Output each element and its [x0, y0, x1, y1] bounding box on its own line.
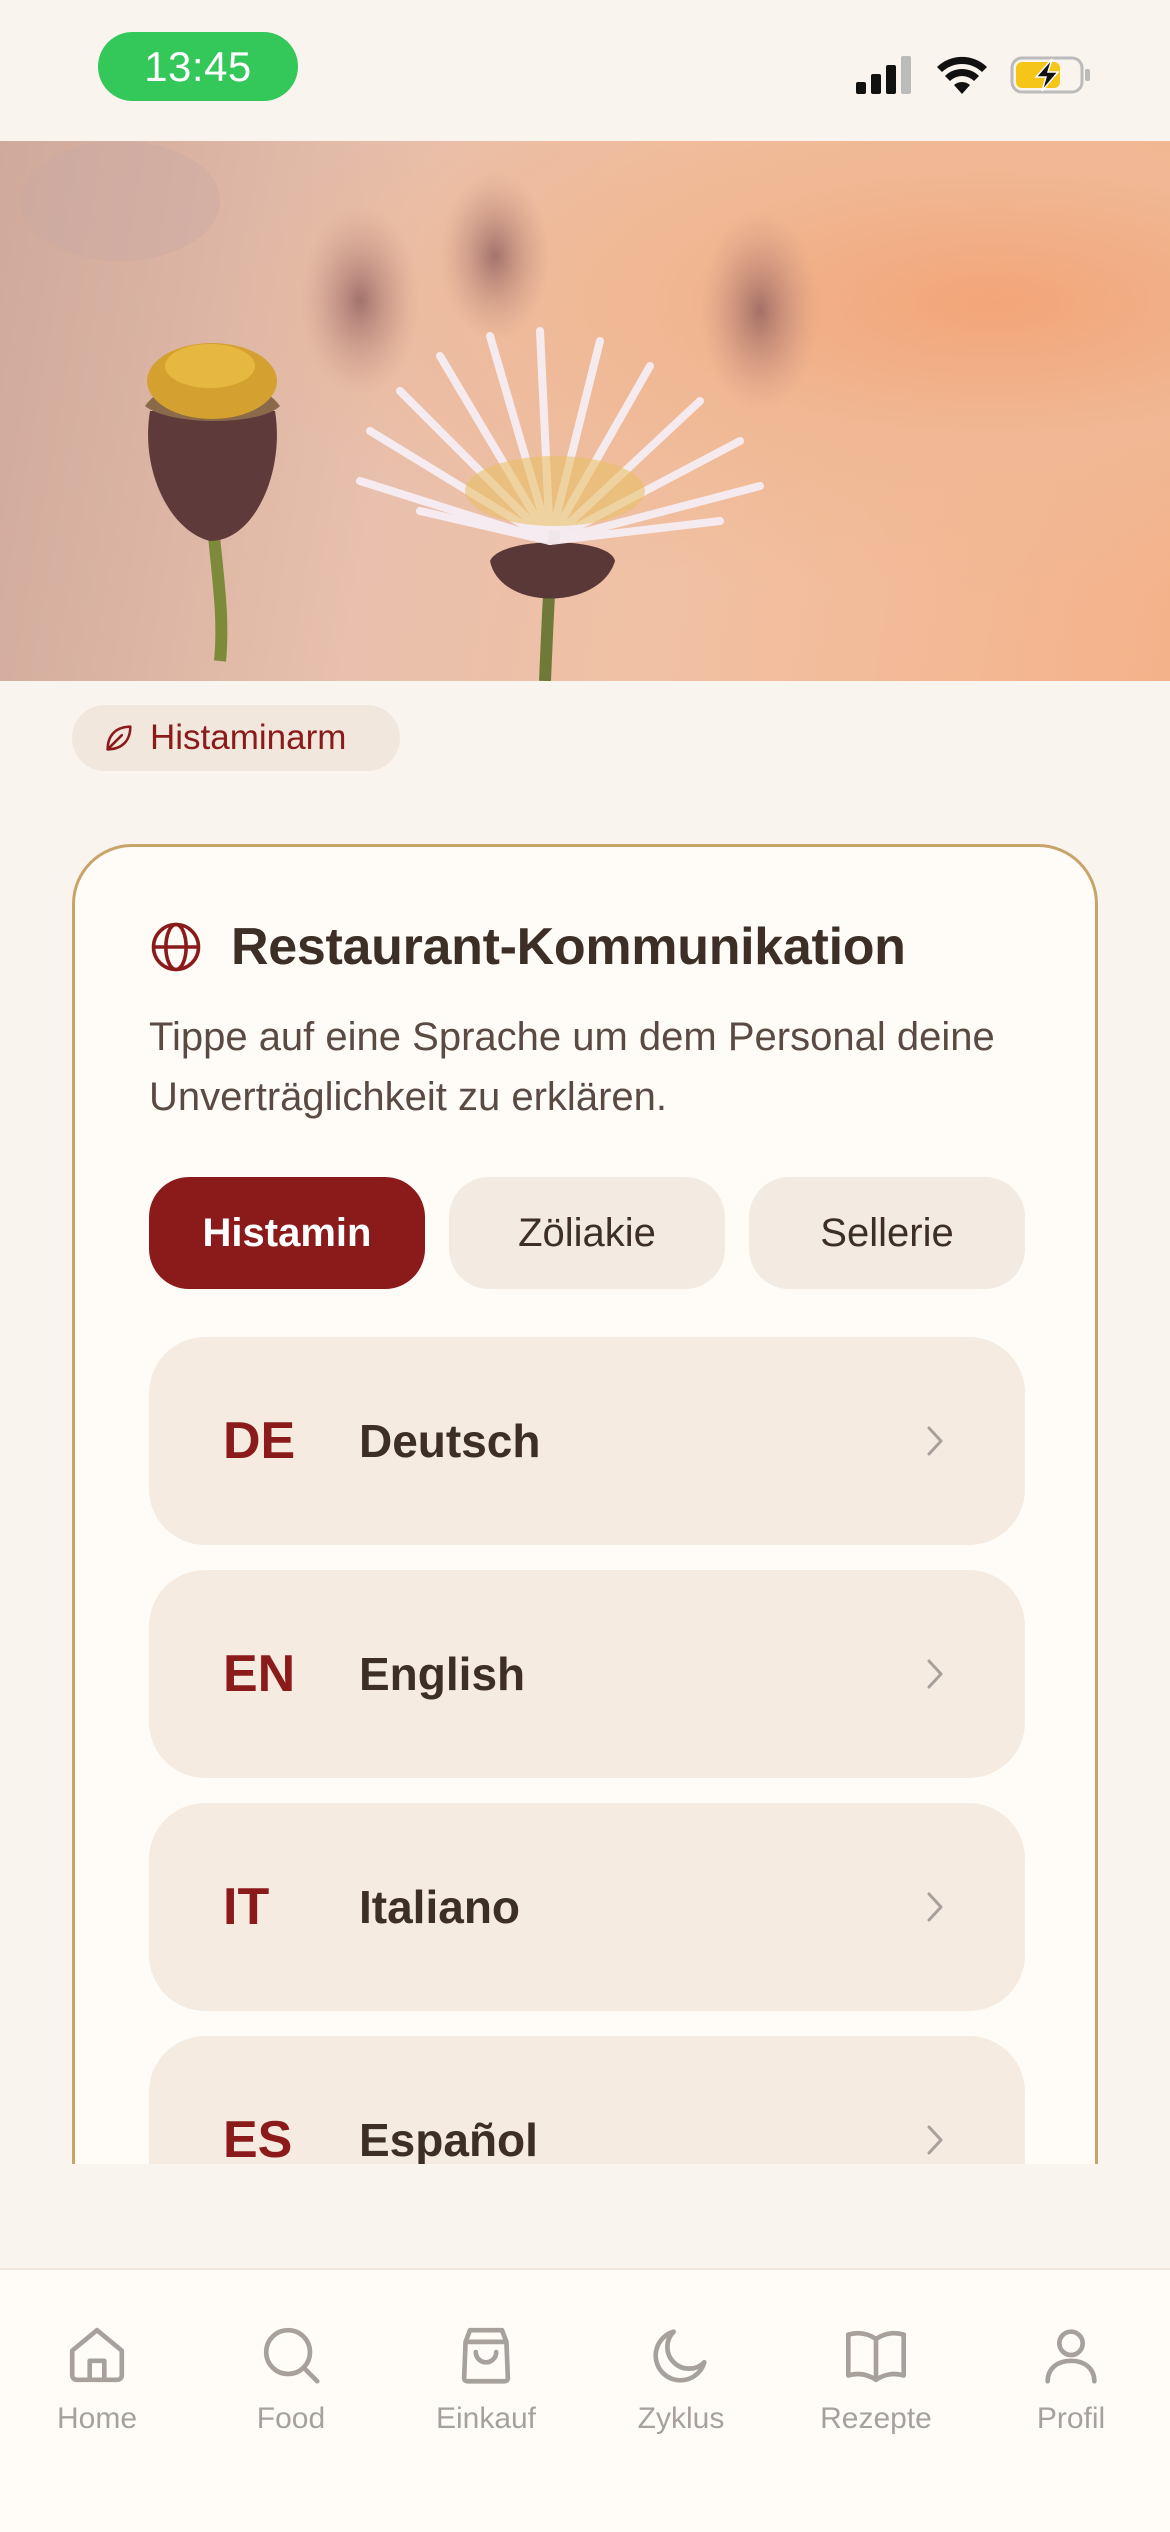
home-icon	[69, 2327, 125, 2383]
card-header: Restaurant-Kommunikation	[149, 917, 906, 977]
tab-rezepte[interactable]: Rezepte	[796, 2320, 956, 2436]
tab-rezepte-label: Rezepte	[820, 2402, 932, 2435]
cellular-signal-icon	[856, 56, 911, 94]
chevron-right-icon	[927, 1426, 943, 1456]
tab-profil[interactable]: Profil	[991, 2320, 1151, 2436]
diet-tag-chip[interactable]: Histaminarm	[72, 705, 400, 771]
segment-histamin[interactable]: Histamin	[149, 1177, 425, 1289]
moon-icon	[653, 2329, 707, 2383]
battery-charging-icon	[1010, 56, 1090, 94]
search-icon	[263, 2327, 320, 2384]
language-item-it[interactable]: IT Italiano	[149, 1803, 1025, 2011]
book-icon	[845, 2330, 907, 2383]
restaurant-communication-card: Restaurant-Kommunikation Tippe auf eine …	[72, 844, 1098, 2164]
card-title: Restaurant-Kommunikation	[231, 918, 906, 976]
diet-tag-label: Histaminarm	[150, 718, 347, 757]
card-description: Tippe auf eine Sprache um dem Personal d…	[149, 1015, 995, 1119]
language-list: DE Deutsch EN English IT Italiano ES Esp…	[149, 1337, 1025, 2164]
language-name: Español	[359, 2114, 538, 2164]
tab-zyklus-label: Zyklus	[637, 2402, 725, 2435]
language-code: EN	[223, 1645, 296, 1703]
tab-home-label: Home	[56, 2402, 138, 2435]
tab-profil-label: Profil	[1036, 2402, 1106, 2435]
language-item-en[interactable]: EN English	[149, 1570, 1025, 1778]
tab-home[interactable]: Home	[17, 2320, 177, 2436]
tab-einkauf-label: Einkauf	[435, 2402, 537, 2435]
chevron-right-icon	[927, 1659, 943, 1689]
globe-icon	[151, 922, 201, 972]
shopping-bag-icon	[461, 2327, 511, 2384]
segment-zoeliakie[interactable]: Zöliakie	[449, 1177, 725, 1289]
language-name: Deutsch	[359, 1415, 541, 1467]
language-name: English	[359, 1648, 526, 1700]
status-icons	[856, 50, 1092, 100]
tab-zyklus[interactable]: Zyklus	[601, 2320, 761, 2436]
status-time: 13:45	[98, 32, 298, 101]
language-code: DE	[223, 1412, 296, 1470]
language-item-de[interactable]: DE Deutsch	[149, 1337, 1025, 1545]
wifi-icon	[937, 56, 987, 94]
hero-image	[0, 141, 1170, 681]
intolerance-segments: Histamin Zöliakie Sellerie	[149, 1177, 1025, 1289]
status-bar: 13:45	[0, 0, 1170, 141]
bottom-tab-bar: Home Food Einkauf Zyklus Rezepte Profil	[0, 2268, 1170, 2532]
tab-food-label: Food	[256, 2402, 326, 2435]
chevron-right-icon	[927, 1892, 943, 1922]
chevron-right-icon	[927, 2125, 943, 2155]
language-code: ES	[223, 2111, 293, 2164]
tab-einkauf[interactable]: Einkauf	[406, 2320, 566, 2436]
user-icon	[1045, 2329, 1097, 2384]
leaf-icon	[106, 725, 132, 751]
language-item-es[interactable]: ES Español	[149, 2036, 1025, 2164]
language-code: IT	[223, 1878, 270, 1936]
segment-sellerie[interactable]: Sellerie	[749, 1177, 1025, 1289]
language-name: Italiano	[359, 1881, 521, 1933]
tab-food[interactable]: Food	[211, 2320, 371, 2436]
